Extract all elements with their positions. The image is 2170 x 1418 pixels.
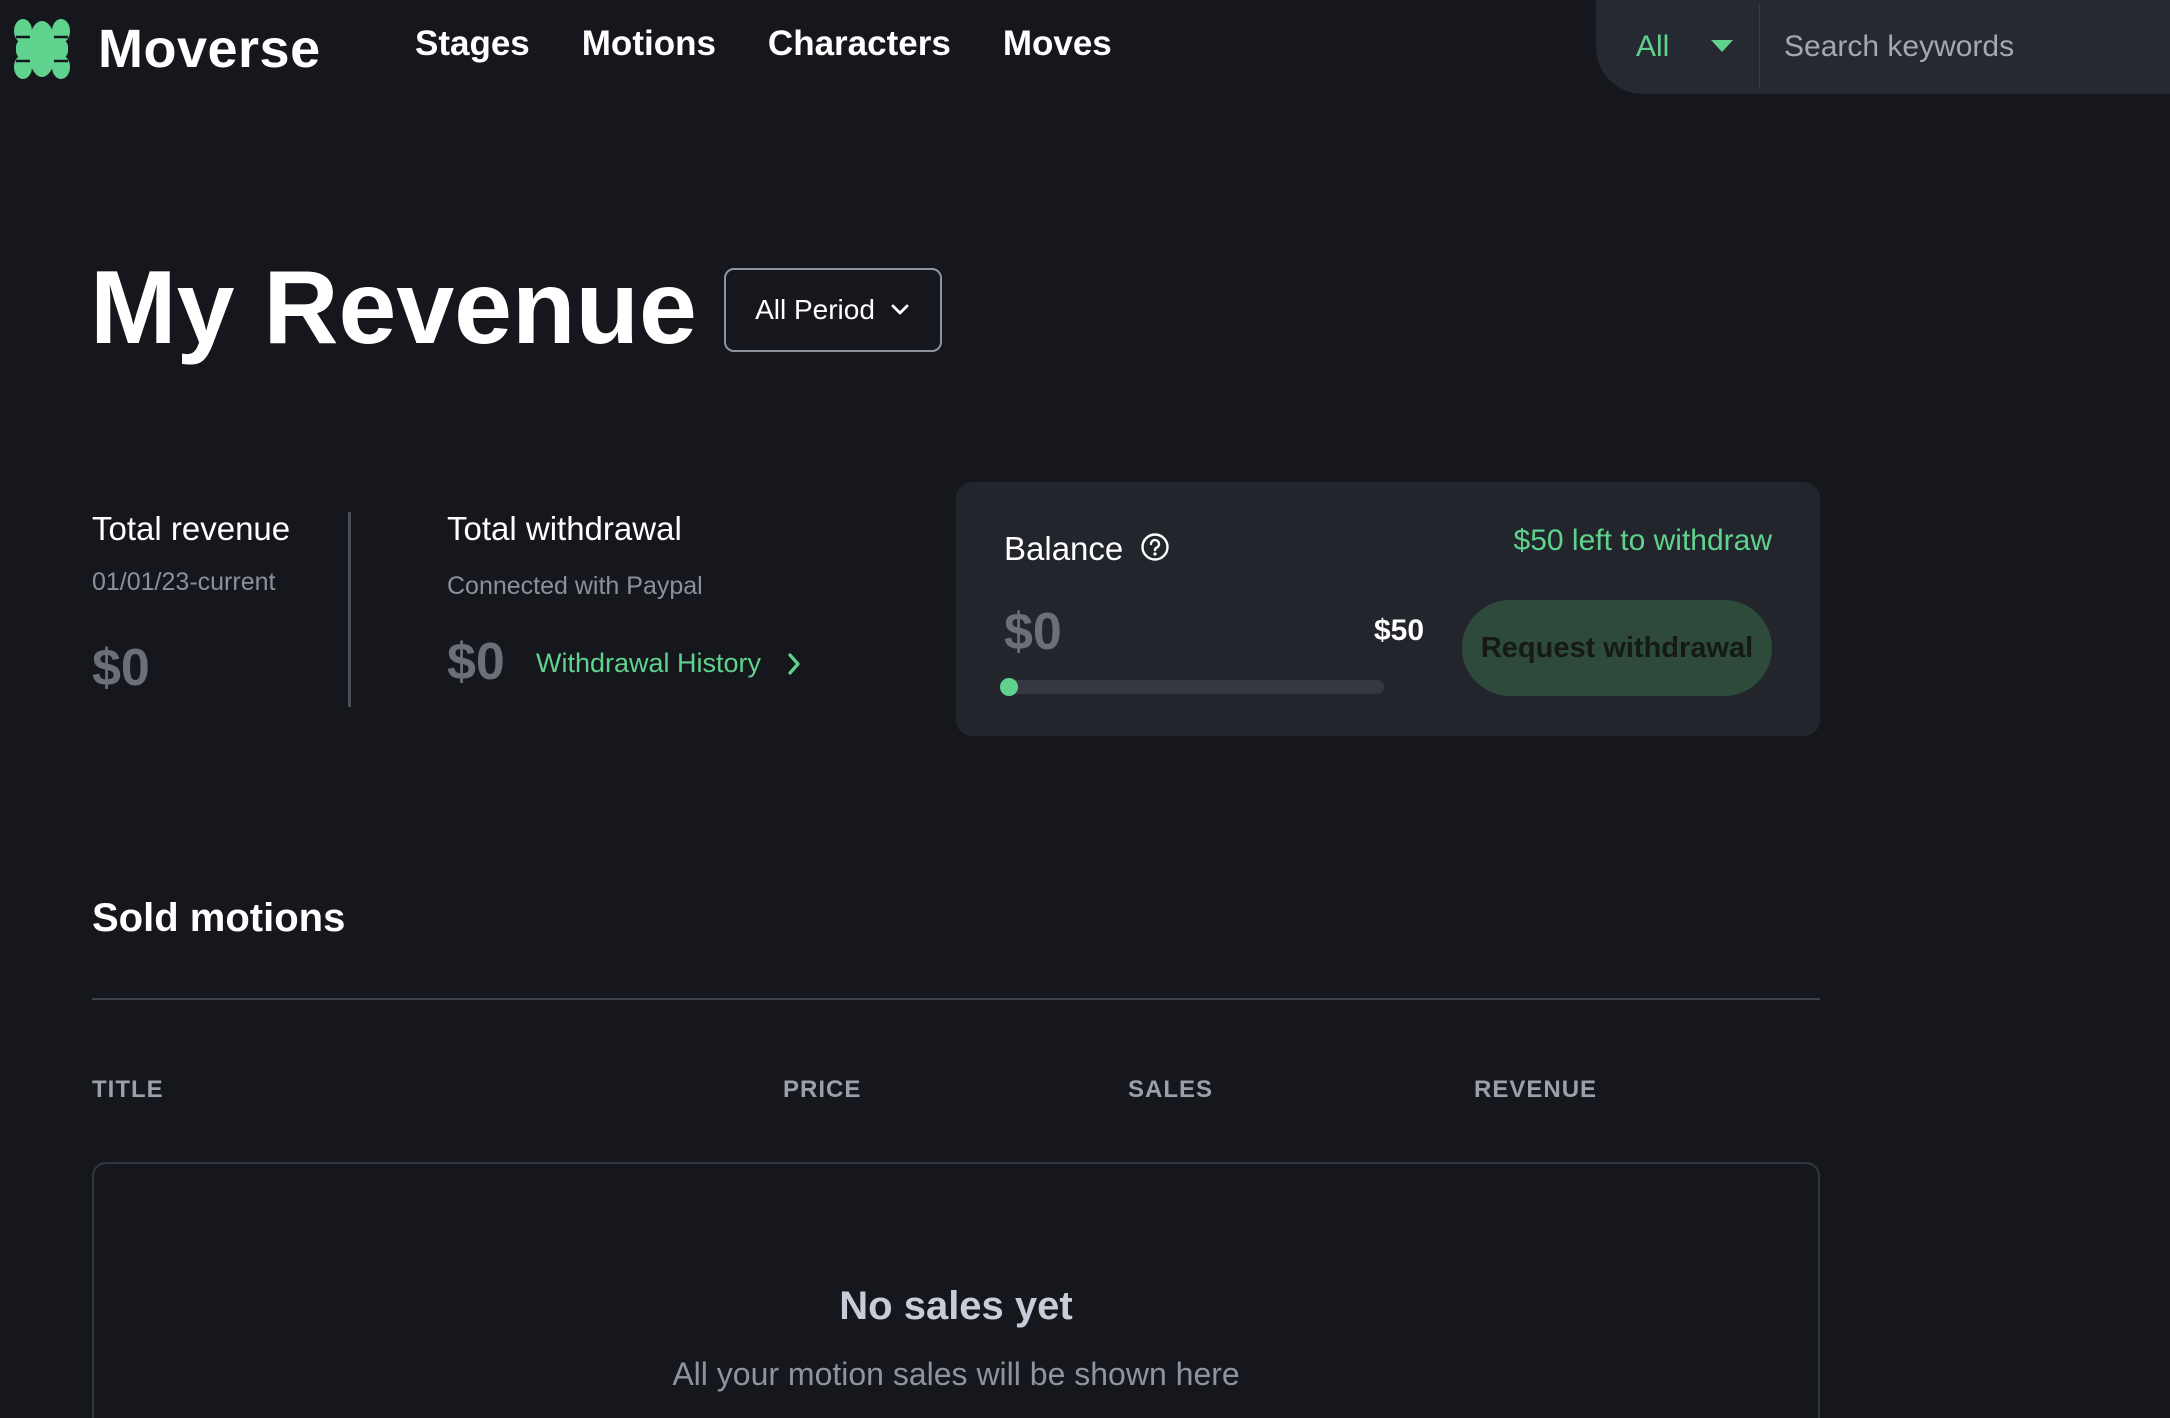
period-label: All Period [755,294,875,325]
empty-state: No sales yet All your motion sales will … [92,1162,1820,1418]
column-price[interactable]: PRICE [783,1076,861,1104]
page: Moverse Stages Motions Characters Moves … [0,0,2170,1418]
nav-characters[interactable]: Characters [768,24,951,64]
main-nav: Stages Motions Characters Moves [415,24,1112,64]
help-icon[interactable] [1140,532,1170,562]
logo[interactable]: Moverse [10,14,321,84]
stats-divider [348,512,351,707]
caret-down-icon [1710,40,1733,52]
withdrawal-connection: Connected with Paypal [447,572,703,600]
request-withdrawal-button[interactable]: Request withdrawal [1462,600,1772,696]
category-value: All [1636,30,1670,63]
brand-name: Moverse [98,19,321,79]
search-input[interactable] [1760,0,2170,94]
chevron-right-icon [788,652,800,675]
total-revenue-period: 01/01/23-current [92,568,276,596]
sold-motions-title: Sold motions [92,896,346,940]
nav-stages[interactable]: Stages [415,24,530,64]
balance-card: Balance $50 left to withdraw $0 $50 Requ… [956,482,1820,736]
column-revenue[interactable]: REVENUE [1474,1076,1597,1104]
withdraw-threshold: $50 [1374,614,1425,647]
left-to-withdraw: $50 left to withdraw [1513,524,1772,557]
withdrawal-history-link[interactable]: Withdrawal History [536,648,805,679]
nav-motions[interactable]: Motions [582,24,716,64]
total-withdrawal-value: $0 [447,633,505,691]
page-title: My Revenue [90,250,697,366]
period-dropdown[interactable]: All Period [724,268,942,352]
search-bar: All [1596,0,2170,94]
chevron-down-icon [891,304,909,315]
total-withdrawal-label: Total withdrawal [447,510,682,547]
balance-value: $0 [1004,603,1062,661]
withdrawal-history-label: Withdrawal History [536,648,762,678]
category-select[interactable]: All [1596,0,1759,94]
balance-title: Balance [1004,530,1124,567]
moverse-logo-icon [14,19,70,79]
empty-state-title: No sales yet [839,1284,1073,1328]
top-nav: Moverse Stages Motions Characters Moves … [0,0,2170,100]
column-title[interactable]: TITLE [92,1076,164,1104]
empty-state-message: All your motion sales will be shown here [672,1356,1240,1392]
total-revenue-label: Total revenue [92,510,291,547]
section-divider [92,998,1820,1000]
column-sales[interactable]: SALES [1128,1076,1213,1104]
total-revenue-value: $0 [92,639,150,697]
nav-moves[interactable]: Moves [1003,24,1112,64]
progress-knob [1000,678,1018,696]
balance-progress [1000,678,1384,696]
